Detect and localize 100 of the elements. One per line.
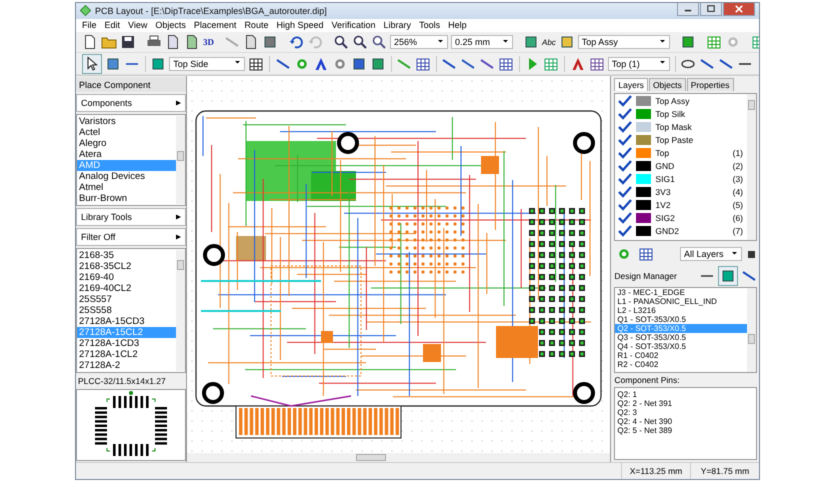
- component-item[interactable]: Q4 - SOT-353/X0.5: [615, 342, 747, 352]
- text-tool-button[interactable]: Abc: [542, 38, 556, 47]
- component-item[interactable]: 27128A-15CD3: [77, 316, 176, 328]
- layer-name: SIG2: [655, 212, 676, 223]
- component-item[interactable]: R2 - C0402: [615, 360, 747, 370]
- checkmark-icon[interactable]: [618, 186, 632, 198]
- checkmark-icon[interactable]: [618, 94, 632, 107]
- tab[interactable]: Properties: [686, 78, 734, 92]
- export-icon[interactable]: [184, 34, 200, 50]
- component-item[interactable]: Q1 - SOT-353/X0.5: [615, 315, 747, 324]
- pointer-icon[interactable]: [82, 54, 102, 74]
- checkmark-icon[interactable]: [618, 146, 632, 159]
- view-3d-button[interactable]: 3D: [203, 37, 214, 48]
- tab[interactable]: Layers: [614, 78, 648, 92]
- caret-icon: [234, 61, 242, 66]
- menu-item[interactable]: Library: [380, 20, 416, 30]
- dropdown[interactable]: 0.25 mm: [451, 35, 513, 50]
- scrollbar[interactable]: [176, 250, 185, 372]
- component-item[interactable]: R1 - C0402: [615, 351, 747, 360]
- component-item[interactable]: 25S557: [77, 294, 176, 306]
- undo-icon[interactable]: [288, 34, 304, 50]
- component-item[interactable]: 27128A-1CL2: [77, 349, 176, 360]
- zoom-fit-icon[interactable]: [371, 34, 387, 50]
- tab[interactable]: Objects: [648, 78, 686, 92]
- pins-label: Component Pins:: [614, 375, 681, 386]
- layer-name: 1V2: [655, 200, 672, 210]
- layer-number: (5): [732, 200, 744, 210]
- component-item[interactable]: 2168-35: [77, 250, 176, 262]
- menu-item[interactable]: Verification: [328, 20, 380, 30]
- checkmark-icon[interactable]: [618, 120, 632, 133]
- dropdown[interactable]: Top Assy: [578, 35, 670, 50]
- component-item[interactable]: 27128A-1CD3: [77, 338, 176, 350]
- manufacturer-item[interactable]: Analog Devices: [77, 171, 176, 182]
- maximize-button[interactable]: [700, 3, 722, 16]
- print-preview-icon[interactable]: [165, 34, 181, 50]
- pin-item: Q2: 4 - Net 390: [617, 417, 674, 426]
- menu-item[interactable]: Objects: [151, 20, 190, 30]
- panel-header: Place Component: [76, 77, 186, 92]
- dropdown[interactable]: Top (1): [608, 56, 670, 71]
- filter-button[interactable]: Filter Off: [76, 228, 186, 246]
- component-item[interactable]: J3 - MEC-1_EDGE: [615, 288, 747, 298]
- manufacturer-item[interactable]: Atera: [77, 149, 176, 160]
- checkmark-icon[interactable]: [618, 198, 632, 211]
- layer-name: Top: [655, 148, 670, 158]
- close-button[interactable]: [723, 3, 755, 16]
- checkmark-icon[interactable]: [618, 160, 632, 172]
- checkmark-icon[interactable]: [618, 108, 632, 120]
- manufacturer-item[interactable]: Varistors: [77, 116, 176, 128]
- scrollbar[interactable]: [186, 453, 610, 462]
- y-coordinate: Y=81.75 mm: [690, 463, 759, 479]
- dropdown[interactable]: Top Side: [169, 56, 246, 71]
- menu-item[interactable]: File: [78, 20, 101, 30]
- scrollbar[interactable]: [747, 288, 756, 372]
- layer-name: SIG1: [655, 174, 676, 184]
- component-item[interactable]: 2168-35CL2: [77, 261, 176, 272]
- caret-icon: [176, 99, 181, 108]
- caret-icon: [437, 40, 444, 45]
- layer-name: Top Silk: [655, 108, 686, 119]
- zoom-in-icon[interactable]: [333, 34, 349, 50]
- close-icon: [735, 5, 743, 13]
- copy-icon[interactable]: [243, 34, 259, 50]
- menu-item[interactable]: View: [124, 20, 152, 30]
- pin-item: Q2: 1: [617, 390, 638, 400]
- caret-icon: [731, 252, 738, 257]
- components-dropdown[interactable]: Components: [76, 94, 186, 112]
- scrollbar[interactable]: [747, 94, 756, 240]
- layer-name: 3V3: [655, 186, 672, 197]
- scrollbar[interactable]: [176, 116, 185, 204]
- manufacturer-item[interactable]: Atmel: [77, 182, 176, 194]
- pattern-name: PLCC-32/11.5x14x1.27: [77, 375, 167, 388]
- menu-item[interactable]: Edit: [100, 20, 124, 30]
- checkmark-icon[interactable]: [618, 172, 632, 185]
- manufacturer-item[interactable]: Actel: [77, 127, 176, 138]
- save-icon[interactable]: [120, 34, 136, 50]
- component-item[interactable]: L1 - PANASONIC_ELL_IND: [615, 297, 747, 306]
- menu-item[interactable]: Placement: [190, 20, 240, 30]
- layer-filter-dropdown[interactable]: All Layers: [680, 247, 742, 262]
- new-document-icon[interactable]: [82, 34, 98, 50]
- dropdown[interactable]: 256%: [390, 35, 448, 50]
- checkmark-icon[interactable]: [618, 224, 632, 237]
- checkmark-icon[interactable]: [618, 134, 632, 146]
- caret-icon: [176, 213, 181, 222]
- zoom-out-icon[interactable]: [352, 34, 368, 50]
- minimize-button[interactable]: [677, 3, 699, 16]
- component-item[interactable]: 2169-40: [77, 272, 176, 284]
- component-item[interactable]: 2169-40CL2: [77, 283, 176, 294]
- component-item[interactable]: L2 - L3216: [615, 306, 747, 316]
- layer-name: Top Mask: [655, 122, 693, 132]
- component-item[interactable]: 27128A-2: [77, 360, 176, 372]
- library-tools-button[interactable]: Library Tools: [76, 208, 186, 226]
- menu-item[interactable]: Tools: [415, 20, 444, 30]
- component-item[interactable]: 25S558: [77, 305, 176, 316]
- checkmark-icon[interactable]: [618, 212, 632, 224]
- layer-number: (2): [732, 160, 744, 171]
- manufacturer-item[interactable]: Alegro: [77, 138, 176, 150]
- manufacturer-item[interactable]: Burr-Brown: [77, 193, 176, 204]
- menu-item[interactable]: Help: [444, 20, 471, 30]
- menu-item[interactable]: Route: [240, 20, 272, 30]
- menu-item[interactable]: High Speed: [272, 20, 328, 30]
- component-item[interactable]: Q3 - SOT-353/X0.5: [615, 333, 747, 342]
